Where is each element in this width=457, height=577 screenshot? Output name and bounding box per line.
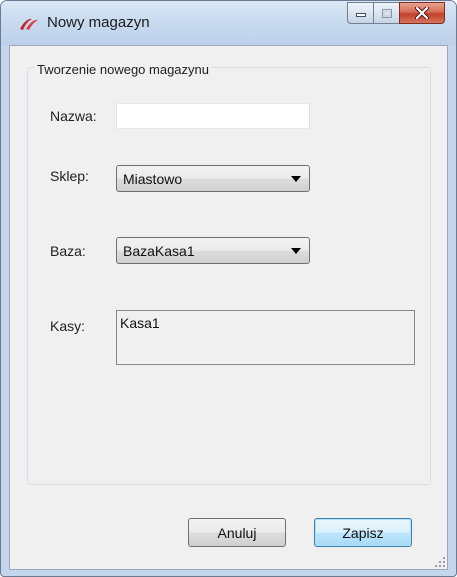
cancel-button[interactable]: Anuluj [188,518,286,547]
window-title: Nowy magazyn [47,14,150,31]
minimize-button[interactable] [347,2,373,24]
name-input[interactable] [116,103,310,129]
shop-combobox-value: Miastowo [123,171,183,187]
groupbox-title: Tworzenie nowego magazynu [34,62,212,77]
maximize-icon [381,8,392,18]
title-bar[interactable]: Nowy magazyn [1,1,456,45]
save-button[interactable]: Zapisz [314,518,412,547]
caption-buttons [347,2,445,24]
minimize-icon [355,13,366,17]
registers-label: Kasy: [50,318,86,334]
database-label: Baza: [50,243,86,259]
chevron-down-icon [291,176,301,182]
list-item[interactable]: Kasa1 [120,315,160,331]
close-icon [415,7,429,19]
registers-listbox[interactable]: Kasa1 [116,310,415,365]
database-combobox[interactable]: BazaKasa1 [116,237,310,264]
new-warehouse-groupbox [27,67,431,485]
name-label: Nazwa: [50,108,97,124]
shop-label: Sklep: [50,168,89,184]
close-button[interactable] [399,2,445,24]
chevron-down-icon [291,248,301,254]
maximize-button[interactable] [373,2,399,24]
app-logo-icon [20,18,38,30]
shop-combobox[interactable]: Miastowo [116,165,310,192]
resize-grip-icon[interactable] [435,557,445,567]
database-combobox-value: BazaKasa1 [123,243,195,259]
